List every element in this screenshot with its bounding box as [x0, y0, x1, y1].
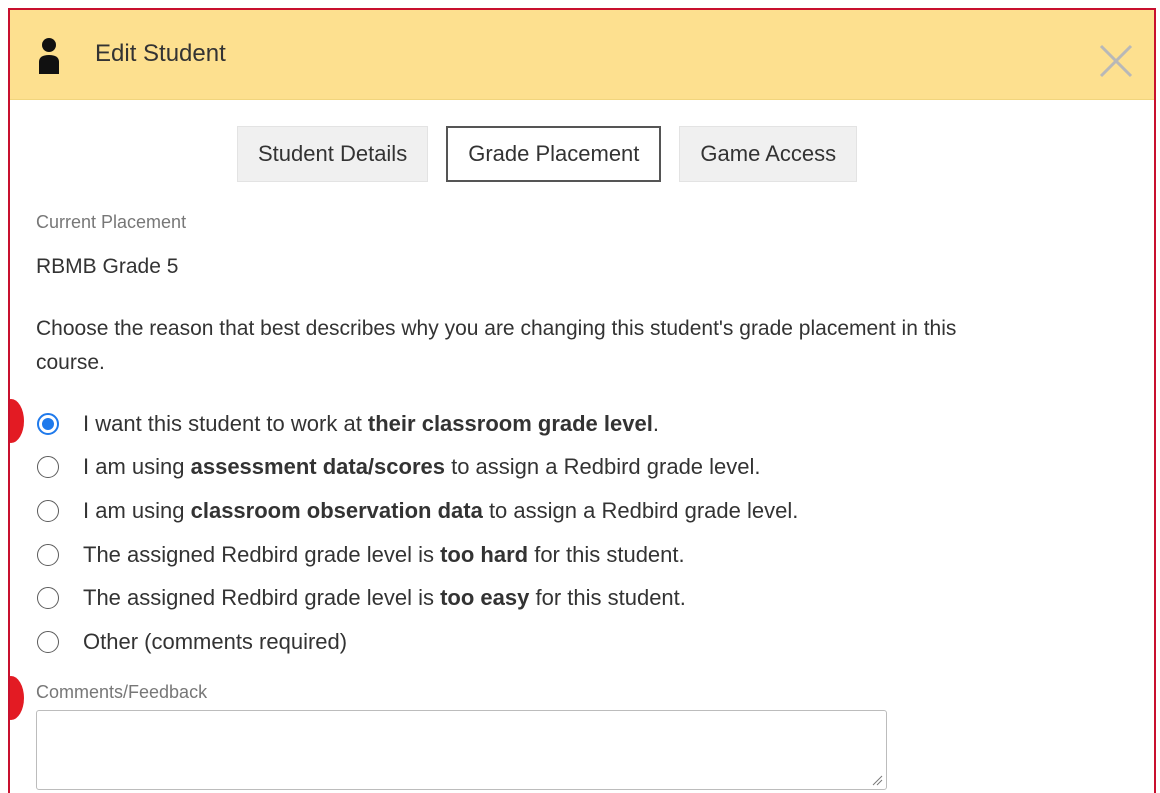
dialog-header: Edit Student — [10, 10, 1154, 100]
close-icon[interactable] — [1098, 43, 1134, 79]
reason-option-classroom-grade[interactable]: I want this student to work at their cla… — [34, 402, 798, 446]
option-label: The assigned Redbird grade level is too … — [83, 541, 685, 567]
option-label: I am using classroom observation data to… — [83, 497, 799, 523]
reason-option-too-hard[interactable]: The assigned Redbird grade level is too … — [34, 533, 798, 577]
radio-button[interactable] — [37, 630, 59, 653]
reason-radio-group: I want this student to work at their cla… — [34, 402, 798, 664]
radio-button[interactable] — [37, 412, 59, 435]
radio-button[interactable] — [37, 587, 59, 610]
annotation-marker — [10, 676, 24, 720]
reason-option-too-easy[interactable]: The assigned Redbird grade level is too … — [34, 576, 798, 620]
instructions-text: Choose the reason that best describes wh… — [36, 317, 957, 374]
current-placement-label: Current Placement — [36, 212, 187, 232]
option-label: I want this student to work at their cla… — [83, 410, 659, 436]
tab-game-access[interactable]: Game Access — [679, 126, 858, 182]
reason-option-observation-data[interactable]: I am using classroom observation data to… — [34, 489, 798, 533]
person-icon — [39, 38, 59, 74]
edit-student-dialog: Edit Student Student Details Grade Place… — [8, 8, 1156, 793]
comments-textarea[interactable] — [36, 710, 887, 790]
annotation-marker — [10, 399, 24, 443]
radio-button[interactable] — [37, 456, 59, 479]
current-placement-value: RBMB Grade 5 — [36, 255, 179, 278]
reason-option-other[interactable]: Other (comments required) — [34, 620, 798, 664]
tab-student-details[interactable]: Student Details — [237, 126, 429, 182]
tab-grade-placement[interactable]: Grade Placement — [446, 126, 662, 182]
tab-bar: Student Details Grade Placement Game Acc… — [237, 126, 858, 182]
resize-handle-icon[interactable] — [871, 774, 883, 786]
option-label: The assigned Redbird grade level is too … — [83, 585, 686, 611]
dialog-title: Edit Student — [95, 40, 226, 67]
comments-label: Comments/Feedback — [36, 682, 208, 702]
option-label: I am using assessment data/scores to ass… — [83, 454, 761, 480]
radio-button[interactable] — [37, 543, 59, 566]
reason-option-assessment-data[interactable]: I am using assessment data/scores to ass… — [34, 446, 798, 490]
radio-button[interactable] — [37, 499, 59, 522]
option-label: Other (comments required) — [83, 628, 348, 654]
